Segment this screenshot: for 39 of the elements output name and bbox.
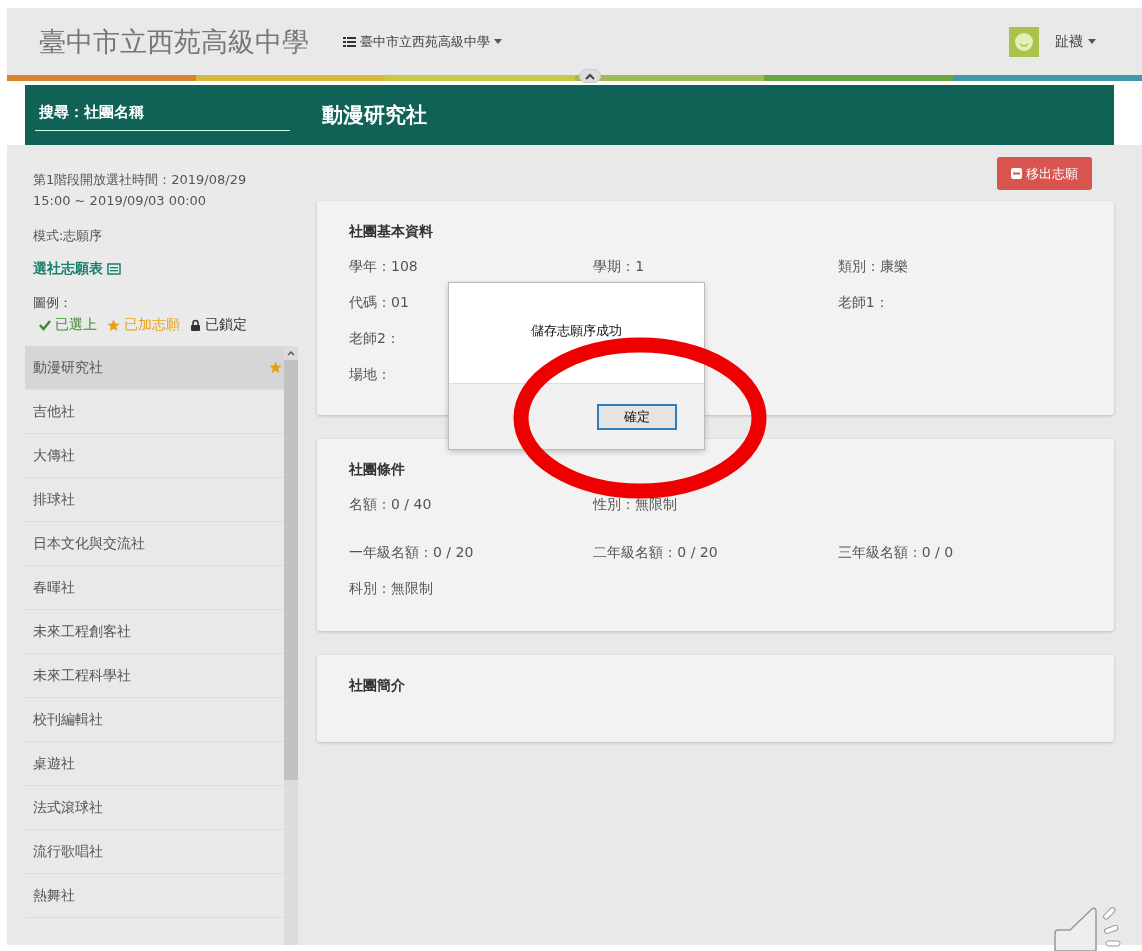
period-text: 第1階段開放選社時間：2019/08/29 15:00 ~ 2019/09/03 00:00 (33, 171, 248, 210)
user-menu[interactable]: 趾襪 (1049, 31, 1102, 52)
chevron-up-icon (585, 72, 595, 80)
minus-icon (1011, 168, 1022, 179)
field-text: 性別：無限制 (593, 496, 678, 512)
remove-wish-button[interactable]: 移出志願 (997, 157, 1092, 190)
chevron-up-icon[interactable] (287, 350, 295, 356)
field-text: 科別：無限制 (349, 580, 433, 596)
club-list-item[interactable]: 動漫研究社 (25, 346, 284, 390)
field-text: 老師2： (349, 330, 400, 346)
legend-label: 已鎖定 (205, 316, 247, 334)
field-text: 名額：0 / 40 (349, 496, 432, 512)
field-text: 一年級名額：0 / 20 (349, 544, 474, 560)
table-icon[interactable] (107, 263, 121, 275)
dialog-message: 儲存志願序成功 (531, 322, 622, 340)
card-title: 社團條件 (349, 460, 406, 479)
card-title: 社團基本資料 (349, 222, 434, 241)
field-text: 代碼：01 (349, 294, 409, 310)
list-icon (343, 36, 356, 47)
wishlist-link[interactable]: 選社志願表 (33, 260, 103, 278)
legend-label: 已加志願 (124, 316, 180, 334)
scrollbar[interactable] (284, 346, 298, 945)
field-text: 老師1： (837, 294, 889, 310)
school-menu[interactable]: 臺中市立西苑高級中學 (337, 31, 508, 52)
legend-title: 圖例： (33, 294, 73, 312)
field-text: 學期：1 (593, 258, 645, 274)
field-text: 場地： (349, 366, 391, 382)
caret-icon (494, 39, 502, 44)
field-text: 三年級名額：0 / 0 (837, 544, 954, 560)
legend-label: 已選上 (55, 316, 97, 334)
field-text: 學年：108 (349, 258, 418, 274)
site-title[interactable]: 臺中市立西苑高級中學 (39, 23, 309, 60)
caret-icon (1088, 39, 1096, 44)
field-text: 二年級名額：0 / 20 (593, 544, 718, 560)
field-text: 類別：康樂 (837, 258, 908, 274)
card-title: 社團簡介 (349, 676, 406, 695)
ok-button[interactable]: 確定 (597, 403, 677, 430)
mode-text: 模式:志願序 (33, 227, 104, 245)
collapse-button[interactable] (579, 69, 601, 83)
